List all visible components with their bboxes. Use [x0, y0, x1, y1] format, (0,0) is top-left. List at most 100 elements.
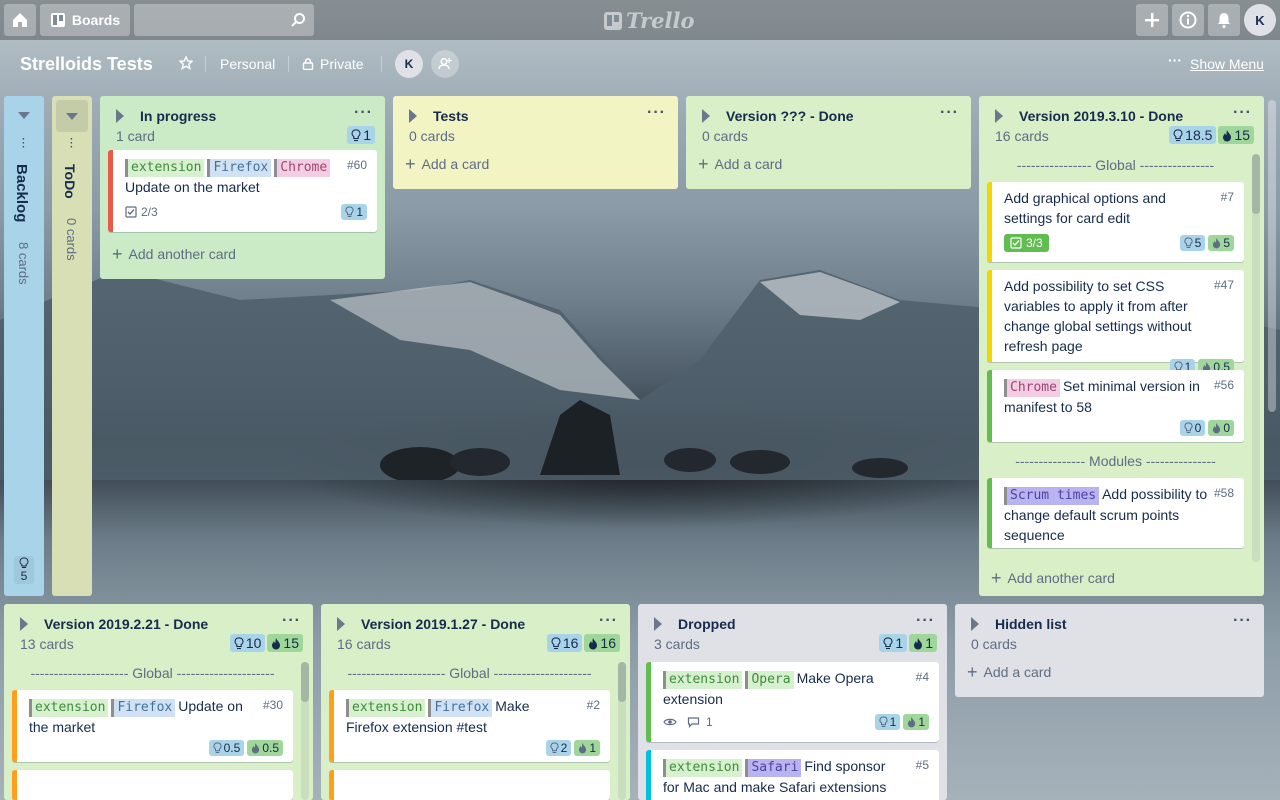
estimate-icon — [19, 557, 29, 568]
create-button[interactable] — [1136, 4, 1168, 36]
team-button[interactable]: Personal — [220, 56, 275, 72]
list-menu-icon[interactable]: ··· — [1233, 612, 1252, 630]
list-menu-icon[interactable]: ··· — [647, 104, 666, 122]
label-extension: extension — [663, 759, 743, 777]
card[interactable]: #47 Add possibility to set CSS variables… — [987, 270, 1244, 375]
collapse-list-icon[interactable] — [995, 109, 1003, 123]
label-scrum-times: Scrum times — [1004, 487, 1100, 505]
label-chrome: Chrome — [274, 159, 331, 177]
member-avatar[interactable]: K — [395, 50, 423, 78]
card-number: #56 — [1213, 378, 1234, 392]
star-icon — [179, 56, 193, 70]
card-title: Add possibility to set CSS variables to … — [1004, 278, 1192, 354]
collapse-list-icon[interactable] — [409, 109, 417, 123]
card[interactable]: #56 Chrome Set minimal version in manifes… — [987, 370, 1244, 442]
list-title[interactable]: Version 2019.2.21 - Done — [44, 616, 208, 632]
header-divider — [381, 56, 382, 72]
flame-icon — [1213, 423, 1221, 434]
card-spent-badge: 5 — [1208, 235, 1234, 251]
list-card-count: 16 cards — [337, 636, 391, 652]
list-title[interactable]: Version 2019.3.10 - Done — [1019, 108, 1183, 124]
plus-icon: + — [405, 154, 416, 174]
flame-icon — [272, 637, 281, 649]
expand-list-icon[interactable] — [56, 100, 88, 132]
separator-label: Global — [449, 665, 490, 681]
notifications-button[interactable] — [1208, 4, 1240, 36]
add-card-button[interactable]: + Add a card — [955, 658, 1264, 686]
list-scrollbar[interactable] — [618, 662, 626, 800]
card[interactable]: #2 extension Firefox Make Firefox extensio… — [329, 690, 610, 762]
list-card-count: 0 cards — [702, 128, 748, 144]
card[interactable]: #60 extension Firefox Chrome Update on the … — [108, 150, 377, 232]
estimate-value: 16 — [562, 635, 579, 651]
list-menu-icon[interactable]: ··· — [354, 104, 373, 122]
card[interactable]: #58 Scrum times Add possibility to change… — [987, 478, 1244, 548]
list-scrollbar-thumb[interactable] — [618, 662, 626, 702]
user-avatar[interactable]: K — [1244, 4, 1276, 36]
search-icon[interactable] — [290, 12, 306, 28]
spent-badge: 15 — [1218, 126, 1254, 144]
list-title[interactable]: Version ??? - Done — [726, 108, 854, 124]
home-button[interactable] — [4, 4, 36, 36]
list-menu-icon[interactable]: ··· — [70, 135, 73, 153]
board-scrollbar[interactable] — [1268, 100, 1276, 412]
visibility-button[interactable]: Private — [302, 56, 364, 72]
card[interactable] — [12, 770, 293, 800]
list-scrollbar-thumb[interactable] — [301, 662, 309, 702]
expand-list-icon[interactable] — [18, 112, 30, 119]
collapsed-list-backlog[interactable]: · · · Backlog 8 cards 5 — [4, 96, 44, 596]
star-button[interactable] — [179, 56, 193, 70]
info-button[interactable] — [1172, 4, 1204, 36]
collapse-list-icon[interactable] — [702, 109, 710, 123]
list-title[interactable]: Dropped — [678, 616, 736, 632]
add-card-button[interactable]: + Add another card — [100, 240, 385, 268]
collapsed-list-todo[interactable]: · · · ToDo 0 cards — [52, 96, 92, 596]
list-menu-icon[interactable]: ··· — [940, 104, 959, 122]
list-menu-icon[interactable]: ··· — [916, 612, 935, 630]
card[interactable]: #4 extension Opera Make Opera extension 1 … — [646, 662, 939, 742]
flame-icon — [579, 743, 587, 754]
list-title[interactable]: In progress — [140, 108, 216, 124]
board-title[interactable]: Strelloids Tests — [20, 54, 153, 75]
show-menu-link[interactable]: Show Menu — [1190, 56, 1264, 72]
card-estimate-badge: 1 — [341, 204, 367, 220]
user-avatar-initial: K — [1255, 12, 1265, 28]
list-title[interactable]: Hidden list — [995, 616, 1067, 632]
list-menu-icon[interactable]: ··· — [599, 612, 618, 630]
list-menu-icon[interactable]: ··· — [22, 135, 25, 153]
list-scrollbar[interactable] — [301, 662, 309, 800]
estimate-icon — [234, 636, 244, 649]
add-card-button[interactable]: + Add a card — [393, 150, 678, 178]
card[interactable]: #30 extension Firefox Update on the market… — [12, 690, 293, 762]
add-card-button[interactable]: + Add a card — [686, 150, 971, 178]
card-title: extension Firefox Chrome Update on the mark… — [125, 156, 367, 197]
spent-value: 1 — [925, 635, 933, 651]
list-menu-icon[interactable]: ··· — [282, 612, 301, 630]
list-title[interactable]: Tests — [433, 108, 469, 124]
boards-label: Boards — [71, 12, 121, 28]
more-options-icon[interactable]: ··· — [1168, 52, 1182, 68]
collapse-list-icon[interactable] — [20, 617, 28, 631]
collapse-list-icon[interactable] — [337, 617, 345, 631]
estimate-value: 1 — [363, 127, 371, 143]
list-menu-icon[interactable]: ··· — [1233, 104, 1252, 122]
invite-button[interactable] — [431, 50, 459, 78]
collapse-list-icon[interactable] — [654, 617, 662, 631]
card[interactable]: #5 extension Safari Find sponsor for Mac a… — [646, 750, 939, 800]
card[interactable] — [329, 770, 610, 800]
collapse-list-icon[interactable] — [116, 109, 124, 123]
collapsed-list-count: 0 cards — [64, 218, 79, 261]
card-estimate-value: 2 — [560, 741, 568, 755]
card-estimate-badge: 0.5 — [208, 740, 245, 756]
card[interactable]: #7 Add graphical options and settings fo… — [987, 182, 1244, 262]
collapse-list-icon[interactable] — [971, 617, 979, 631]
list-in-progress: In progress ··· 1 card 1 #60 extension Fi… — [100, 96, 385, 279]
boards-button[interactable]: Boards — [40, 4, 130, 36]
plus-icon — [1145, 13, 1159, 27]
list-scrollbar[interactable] — [1252, 154, 1260, 562]
trello-logo[interactable]: Trello — [604, 8, 695, 33]
add-card-button[interactable]: + Add another card — [979, 564, 1127, 592]
list-scrollbar-thumb[interactable] — [1252, 154, 1260, 214]
search-input[interactable] — [134, 4, 314, 36]
list-title[interactable]: Version 2019.1.27 - Done — [361, 616, 525, 632]
